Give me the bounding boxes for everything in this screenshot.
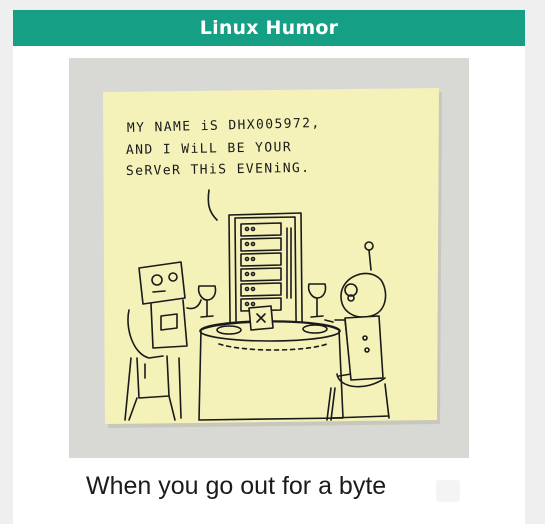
post-title: Linux Humor xyxy=(199,17,339,39)
options-button[interactable] xyxy=(436,480,460,502)
speech-line-2: AND I WiLL BE YOUR xyxy=(126,140,292,158)
comic-drawing: MY NAME iS DHX005972, AND I WiLL BE YOUR… xyxy=(69,58,469,458)
post-title-bar: Linux Humor xyxy=(13,10,525,46)
post-card: Linux Humor MY NAME iS DHX005972, AND I … xyxy=(13,10,525,524)
page: Linux Humor MY NAME iS DHX005972, AND I … xyxy=(0,0,545,524)
comic-image[interactable]: MY NAME iS DHX005972, AND I WiLL BE YOUR… xyxy=(69,58,469,458)
post-caption: When you go out for a byte xyxy=(86,472,387,500)
